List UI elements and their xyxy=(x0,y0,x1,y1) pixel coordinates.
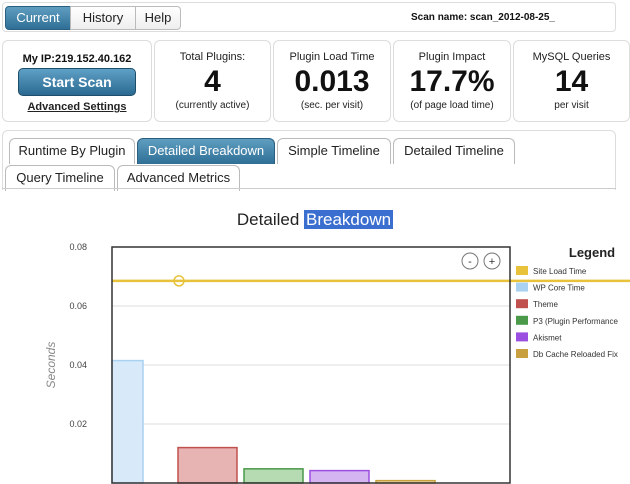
zoom-out-button[interactable]: - xyxy=(461,252,479,270)
tab-divider xyxy=(2,188,616,189)
tab-runtime-by-plugin[interactable]: Runtime By Plugin xyxy=(9,138,135,164)
legend-item: Theme xyxy=(533,300,558,309)
legend-swatch xyxy=(516,332,528,342)
ip-address: My IP:219.152.40.162 xyxy=(22,53,132,65)
legend-title: Legend xyxy=(569,245,615,260)
legend-item: P3 (Plugin Performance xyxy=(533,317,618,326)
stat-title: Plugin Impact xyxy=(418,51,486,63)
stat-subtitle: (sec. per visit) xyxy=(300,100,364,111)
y-tick-label: 0.02 xyxy=(69,419,87,429)
legend-item: Db Cache Reloaded Fix xyxy=(533,350,618,359)
stat-mysql-queries: MySQL Queries 14 per visit xyxy=(513,40,630,122)
legend-item: Akismet xyxy=(533,333,562,342)
y-tick-label: 0.04 xyxy=(69,360,87,370)
tab-detailed-breakdown[interactable]: Detailed Breakdown xyxy=(137,138,275,164)
stat-value: 4 xyxy=(204,65,221,98)
legend-swatch xyxy=(516,282,528,292)
y-axis-label: Seconds xyxy=(44,342,58,389)
stat-title: Total Plugins: xyxy=(179,51,246,63)
top-nav-bar: Current History Help Scan name: scan_201… xyxy=(2,2,616,32)
bar-wp-core-time xyxy=(111,359,144,484)
chart-title-part2: Breakdown xyxy=(304,210,394,229)
bar-db-cache-reloaded-fix xyxy=(375,479,436,484)
legend-swatch xyxy=(516,349,528,358)
nav-tab-history[interactable]: History xyxy=(70,6,136,30)
stat-title: Plugin Load Time xyxy=(289,51,375,63)
bar-p3-plugin-performance xyxy=(243,468,304,484)
zoom-in-label: + xyxy=(489,256,495,268)
stat-value: 0.013 xyxy=(294,65,370,98)
legend-swatch xyxy=(516,266,528,275)
tab-simple-timeline[interactable]: Simple Timeline xyxy=(277,138,391,164)
tab-detailed-timeline[interactable]: Detailed Timeline xyxy=(393,138,515,164)
nav-tab-current[interactable]: Current xyxy=(5,6,71,30)
plot-area-border xyxy=(111,246,511,484)
scan-name: Scan name: scan_2012-08-25_ xyxy=(411,12,555,23)
legend-item: Site Load Time xyxy=(533,267,587,276)
legend-swatch xyxy=(516,315,528,325)
start-scan-button[interactable]: Start Scan xyxy=(18,68,136,96)
advanced-settings-link[interactable]: Advanced Settings xyxy=(3,101,151,113)
stat-title: MySQL Queries xyxy=(532,51,611,63)
bar-akismet xyxy=(309,469,370,484)
scan-panel: My IP:219.152.40.162 Start Scan Advanced… xyxy=(2,40,152,122)
stat-plugin-load-time: Plugin Load Time 0.013 (sec. per visit) xyxy=(273,40,391,122)
legend-item: WP Core Time xyxy=(533,284,585,293)
stat-subtitle: (of page load time) xyxy=(410,100,494,111)
stat-plugin-impact: Plugin Impact 17.7% (of page load time) xyxy=(393,40,511,122)
chart-title-part1: Detailed xyxy=(236,210,300,229)
site-load-time-point xyxy=(173,275,185,287)
zoom-in-button[interactable]: + xyxy=(483,252,501,270)
bar-theme xyxy=(177,446,238,484)
nav-tab-help[interactable]: Help xyxy=(135,6,181,30)
stat-subtitle: (currently active) xyxy=(175,100,250,111)
chart-title: Detailed Breakdown xyxy=(0,210,630,230)
stat-value: 17.7% xyxy=(409,65,495,98)
legend-swatch xyxy=(516,299,528,309)
stat-subtitle: per visit xyxy=(554,100,589,111)
y-tick-label: 0.08 xyxy=(69,242,87,252)
stat-value: 14 xyxy=(554,65,589,98)
y-tick-label: 0.06 xyxy=(69,301,87,311)
stat-total-plugins: Total Plugins: 4 (currently active) xyxy=(154,40,271,122)
zoom-out-label: - xyxy=(468,256,472,268)
